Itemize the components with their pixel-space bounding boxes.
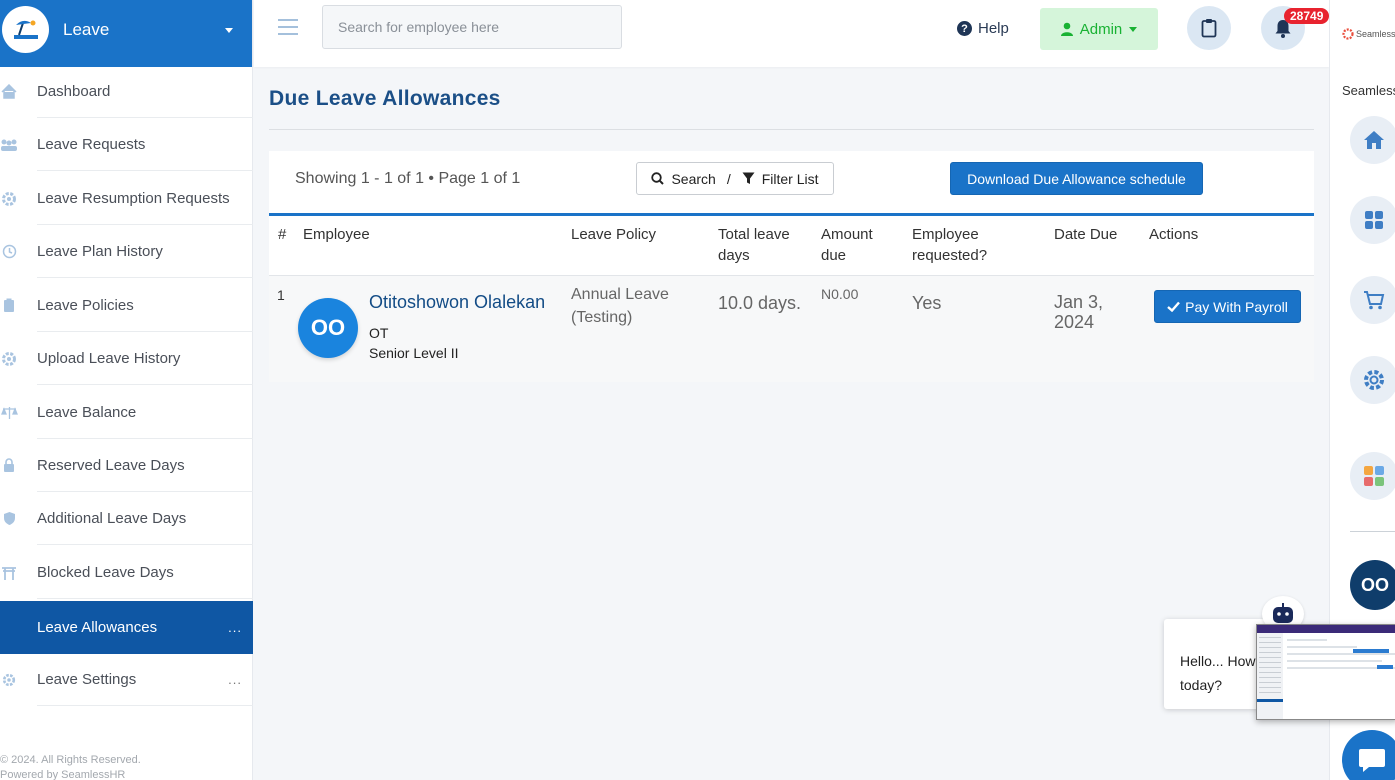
brand-logo-icon <box>1342 27 1354 40</box>
column-header: # <box>278 226 287 243</box>
sidebar-footer: © 2024. All Rights Reserved. Powered by … <box>0 754 141 780</box>
column-header: Total leave days <box>718 226 790 264</box>
apps-icon <box>1364 466 1384 486</box>
sidebar-item-leave-policies[interactable]: Leave Policies <box>0 279 253 332</box>
top-bar: ? Help Admin 28749 <box>254 0 1330 67</box>
admin-dropdown-button[interactable]: Admin <box>1040 8 1158 50</box>
allowances-card: Showing 1 - 1 of 1 • Page 1 of 1 Search … <box>269 151 1314 382</box>
clipboard-button[interactable] <box>1187 6 1231 50</box>
shield-icon <box>0 510 18 528</box>
sidebar-item-leave-settings[interactable]: Leave Settings ... <box>0 653 253 706</box>
filter-icon <box>742 172 755 184</box>
employee-name-link[interactable]: Otitoshowon Olalekan <box>369 292 545 313</box>
module-title: Leave <box>63 20 110 39</box>
rail-label: Seamless <box>1342 83 1395 98</box>
caret-down-icon <box>1129 26 1138 32</box>
lock-icon <box>0 457 18 475</box>
sidebar-item-upload-leave-history[interactable]: Upload Leave History <box>0 332 253 385</box>
more-icon[interactable]: ... <box>228 672 242 687</box>
sidebar-item-reserved-leave-days[interactable]: Reserved Leave Days <box>0 439 253 492</box>
table-row: 1 OO Otitoshowon Olalekan OT Senior Leve… <box>269 276 1314 382</box>
gear-icon <box>0 350 18 368</box>
history-icon <box>0 243 18 261</box>
brand-logo: Seamless <box>1342 0 1395 67</box>
scale-icon <box>0 404 18 422</box>
row-index: 1 <box>277 287 285 303</box>
gear-icon <box>1364 370 1384 390</box>
avatar: OO <box>298 298 358 358</box>
chat-icon <box>1359 749 1385 772</box>
more-icon[interactable]: ... <box>228 620 242 635</box>
column-header: Actions <box>1149 226 1199 243</box>
column-header: Date Due <box>1054 226 1118 243</box>
pagination-summary: Showing 1 - 1 of 1 • Page 1 of 1 <box>295 170 521 187</box>
sidebar-item-leave-resumption-requests[interactable]: Leave Resumption Requests <box>0 172 253 225</box>
leave-policy: Annual Leave (Testing) <box>571 286 669 326</box>
screenshot-preview-thumbnail[interactable] <box>1256 624 1395 720</box>
sidebar-item-leave-plan-history[interactable]: Leave Plan History <box>0 225 253 278</box>
rail-settings-button[interactable] <box>1350 356 1395 404</box>
rail-shop-button[interactable] <box>1350 276 1395 324</box>
sidebar-item-leave-requests[interactable]: Leave Requests <box>0 118 253 171</box>
clipboard-icon <box>0 297 18 315</box>
total-leave-days: 10.0 days. <box>718 293 802 313</box>
notification-count-badge: 28749 <box>1284 8 1330 24</box>
module-switcher[interactable]: Leave <box>0 0 252 67</box>
rail-apps-button[interactable] <box>1350 452 1395 500</box>
sidebar-item-blocked-leave-days[interactable]: Blocked Leave Days <box>0 546 253 599</box>
chevron-down-icon[interactable] <box>225 28 233 33</box>
employee-code: OT <box>369 325 389 341</box>
pay-with-payroll-button[interactable]: Pay With Payroll <box>1154 290 1301 323</box>
question-circle-icon: ? <box>957 21 972 36</box>
gear-icon <box>0 190 18 208</box>
employee-search-input[interactable] <box>322 5 622 49</box>
column-header: Amount due <box>821 226 873 264</box>
home-icon <box>0 83 18 101</box>
user-avatar-button[interactable]: OO <box>1350 560 1395 610</box>
sidebar-item-leave-balance[interactable]: Leave Balance <box>0 386 253 439</box>
sidebar-item-dashboard[interactable]: Dashboard <box>0 65 253 118</box>
gear-icon <box>0 671 18 689</box>
robot-icon <box>1273 603 1293 623</box>
column-header: Leave Policy <box>571 226 657 243</box>
grid-icon <box>1365 211 1383 229</box>
search-filter-button[interactable]: Search / Filter List <box>636 162 834 195</box>
rail-dashboard-button[interactable] <box>1350 196 1395 244</box>
search-icon <box>651 172 665 185</box>
cart-icon <box>1364 291 1385 310</box>
column-header: Employee requested? <box>912 226 988 264</box>
sidebar-item-leave-allowances[interactable]: Leave Allowances ... <box>0 601 253 654</box>
people-icon <box>0 136 18 154</box>
date-due: Jan 3, 2024 <box>1054 292 1104 332</box>
hamburger-menu-icon[interactable] <box>278 19 298 35</box>
employee-level: Senior Level II <box>369 345 459 361</box>
clipboard-icon <box>1201 19 1217 38</box>
employee-requested: Yes <box>912 293 942 313</box>
sidebar-item-additional-leave-days[interactable]: Additional Leave Days <box>0 492 253 545</box>
download-schedule-button[interactable]: Download Due Allowance schedule <box>950 162 1203 195</box>
check-icon <box>1167 301 1181 312</box>
gate-icon <box>0 564 18 582</box>
amount-due: N0.00 <box>821 286 859 302</box>
help-link[interactable]: ? Help <box>957 20 1009 37</box>
page-title: Due Leave Allowances <box>269 87 501 110</box>
leave-module-logo-icon <box>2 6 49 53</box>
user-icon <box>1060 22 1073 36</box>
rail-home-button[interactable] <box>1350 116 1395 164</box>
home-icon <box>1364 131 1384 149</box>
sidebar: Leave Dashboard Leave Requests Leave Res… <box>0 0 253 780</box>
column-header: Employee <box>303 226 370 243</box>
